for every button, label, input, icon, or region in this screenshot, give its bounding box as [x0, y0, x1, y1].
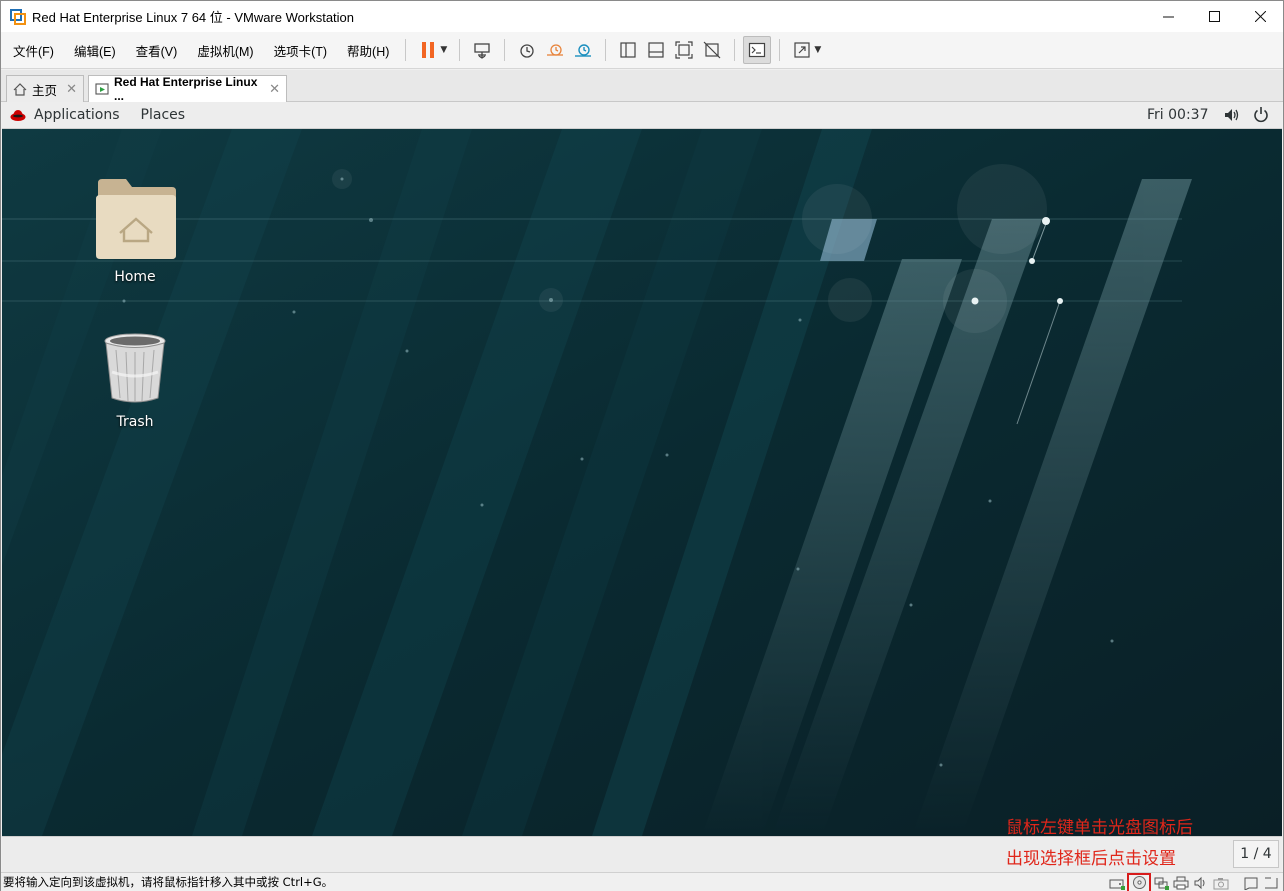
toolbar-separator [504, 39, 506, 61]
workspace-indicator[interactable]: 1 / 4 [1233, 840, 1279, 868]
fit-guest-icon [675, 41, 693, 59]
toolbar-separator [605, 39, 607, 61]
fit-guest-button[interactable] [670, 36, 698, 64]
show-library-button[interactable] [614, 36, 642, 64]
menu-vm[interactable]: 虚拟机(M) [185, 41, 261, 60]
fullscreen-button[interactable] [788, 36, 816, 64]
toolbar-separator [734, 39, 736, 61]
camera-icon[interactable] [1211, 874, 1231, 891]
revert-snapshot-button[interactable] [541, 36, 569, 64]
tab-home-close-icon[interactable]: ✕ [66, 81, 77, 97]
tab-bar: 主页 ✕ Red Hat Enterprise Linux ... ✕ [1, 70, 1283, 103]
maximize-icon [1208, 11, 1220, 22]
desktop-icon-home-label: Home [114, 269, 156, 285]
tab-home-label: 主页 [32, 83, 58, 98]
maximize-button[interactable] [1191, 1, 1237, 32]
menu-help[interactable]: 帮助(H) [335, 41, 397, 60]
tab-vm[interactable]: Red Hat Enterprise Linux ... ✕ [88, 75, 287, 103]
desktop-icon-trash[interactable]: Trash [80, 332, 190, 430]
gnome-top-bar: Applications Places Fri 00:37 [2, 102, 1282, 129]
snapshot-button[interactable] [513, 36, 541, 64]
library-icon [620, 42, 636, 58]
menu-edit[interactable]: 编辑(E) [62, 41, 124, 60]
console-view-button[interactable] [743, 36, 772, 64]
send-ctrl-alt-del-button[interactable] [468, 36, 496, 64]
desktop-icon-trash-label: Trash [116, 414, 154, 430]
toolbar-separator [779, 39, 781, 61]
snapshot-icon [520, 44, 534, 58]
thumbnail-icon [648, 42, 664, 58]
trash-icon [104, 333, 166, 403]
vm-running-icon [95, 82, 109, 96]
snapshot-manager-button[interactable] [569, 36, 597, 64]
vmware-logo-icon [10, 8, 26, 25]
send-keys-icon [474, 43, 490, 59]
tab-vm-label: Red Hat Enterprise Linux ... [114, 75, 258, 103]
clock[interactable]: Fri 00:37 [1147, 107, 1208, 123]
menu-view[interactable]: 查看(V) [124, 41, 186, 60]
revert-icon [547, 44, 564, 56]
toolbar-separator [459, 39, 461, 61]
toolbar-separator [405, 39, 407, 61]
tab-vm-close-icon[interactable]: ✕ [269, 81, 280, 97]
power-icon[interactable] [1253, 106, 1269, 127]
pause-icon [422, 42, 435, 58]
minimize-button[interactable] [1145, 1, 1191, 32]
guest-desktop[interactable]: Home Trash [2, 129, 1282, 836]
menu-file[interactable]: 文件(F) [1, 41, 62, 60]
close-icon [1254, 11, 1266, 22]
fullscreen-status-icon[interactable] [1261, 874, 1281, 891]
unity-button[interactable] [698, 36, 726, 64]
message-icon[interactable] [1241, 874, 1261, 891]
console-icon [749, 42, 766, 58]
home-icon [13, 82, 27, 96]
status-message: 要将输入定向到该虚拟机，请将鼠标指针移入其中或按 Ctrl+G。 [3, 875, 334, 889]
snapshot-manager-icon [575, 44, 592, 57]
annotation-line-2: 出现选择框后点击设置 [1006, 849, 1176, 869]
redhat-logo-icon [10, 110, 26, 121]
desktop-icon-home[interactable]: Home [80, 175, 190, 285]
thumbnail-bar-button[interactable] [642, 36, 670, 64]
status-bar: 要将输入定向到该虚拟机，请将鼠标指针移入其中或按 Ctrl+G。 [1, 872, 1283, 891]
hdd-icon[interactable] [1107, 874, 1127, 891]
sound-icon[interactable] [1191, 874, 1211, 891]
fullscreen-icon [794, 42, 810, 58]
title-bar: Red Hat Enterprise Linux 7 64 位 - VMware… [1, 1, 1283, 32]
device-icons [1107, 872, 1281, 891]
tab-home[interactable]: 主页 ✕ [6, 75, 84, 102]
menu-toolbar: 文件(F) 编辑(E) 查看(V) 虚拟机(M) 选项卡(T) 帮助(H) ▼ [1, 32, 1283, 69]
desktop-wallpaper [2, 129, 1282, 836]
annotation-line-1: 鼠标左键单击光盘图标后 [1006, 818, 1193, 838]
cdrom-icon[interactable] [1127, 872, 1151, 891]
printer-icon[interactable] [1171, 874, 1191, 891]
network-icon[interactable] [1151, 874, 1171, 891]
close-window-button[interactable] [1237, 1, 1283, 32]
folder-home-icon [96, 179, 176, 259]
minimize-icon [1162, 16, 1174, 18]
applications-menu[interactable]: Applications [34, 107, 120, 123]
volume-icon[interactable] [1223, 107, 1239, 127]
unity-icon [703, 41, 721, 59]
places-menu[interactable]: Places [141, 107, 186, 123]
vmware-window: Red Hat Enterprise Linux 7 64 位 - VMware… [0, 0, 1284, 891]
pause-button[interactable] [414, 36, 442, 64]
menu-tabs[interactable]: 选项卡(T) [262, 41, 335, 60]
window-title: Red Hat Enterprise Linux 7 64 位 - VMware… [32, 10, 355, 25]
